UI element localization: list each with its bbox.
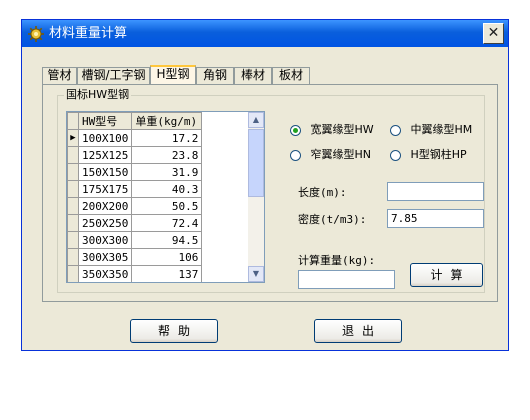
cell-model[interactable]: 350X350 [77,265,133,282]
cell-model[interactable]: 150X150 [77,163,133,181]
radio-hm-dot[interactable] [390,124,401,136]
vertical-scrollbar[interactable]: ▲ ▼ [248,112,264,282]
scroll-up-button[interactable]: ▲ [248,112,264,128]
cell-weight[interactable]: 40.3 [131,180,203,198]
radio-hn[interactable]: 窄翼缘型HN [290,148,371,161]
tab-h-beam[interactable]: H型钢 [150,65,196,85]
row-header-corner [67,112,79,130]
table-row[interactable]: 300X300 94.5 [67,231,203,249]
cell-weight[interactable]: 23.8 [131,146,203,164]
cell-weight[interactable]: 50.5 [131,197,203,215]
exit-button[interactable]: 退出 [314,319,402,343]
cell-model[interactable]: 200X200 [77,197,133,215]
density-label: 密度(t/m3): [298,213,367,226]
cell-weight[interactable]: 17.2 [131,129,203,147]
cell-weight[interactable]: 106 [131,248,203,266]
result-label: 计算重量(kg): [298,254,376,267]
row-indicator[interactable] [67,180,79,198]
length-input[interactable] [387,182,484,201]
result-field[interactable] [298,270,395,289]
table-header-row: HW型号 单重(kg/m) [67,112,203,130]
cell-weight[interactable]: 31.9 [131,163,203,181]
radio-hw-dot[interactable] [290,124,301,136]
tab-plate[interactable]: 板材 [272,67,310,84]
row-indicator[interactable] [67,231,79,249]
cell-model[interactable]: 300X305 [77,248,133,266]
tab-bar[interactable]: 棒材 [234,67,272,84]
tab-angle[interactable]: 角钢 [196,67,234,84]
row-indicator[interactable] [67,265,79,282]
close-icon: ✕ [487,25,500,41]
table-row[interactable]: 350X350 137 [67,265,203,282]
row-indicator[interactable] [67,197,79,215]
radio-hp-dot[interactable] [390,149,401,161]
hw-group: 国标HW型钢 HW型号 单重(kg/m) ▶ 100X100 17.2 125X125… [57,88,485,293]
column-header-weight[interactable]: 单重(kg/m) [131,112,203,130]
table-row[interactable]: 250X250 72.4 [67,214,203,232]
cell-model[interactable]: 175X175 [77,180,133,198]
table-row[interactable]: ▶ 100X100 17.2 [67,129,203,147]
row-indicator[interactable] [67,214,79,232]
cell-model[interactable]: 125X125 [77,146,133,164]
tab-pipe[interactable]: 管材 [42,67,77,84]
data-table: HW型号 单重(kg/m) ▶ 100X100 17.2 125X125 23.8 150… [67,112,203,282]
data-grid[interactable]: HW型号 单重(kg/m) ▶ 100X100 17.2 125X125 23.8 150… [66,111,265,283]
cell-weight[interactable]: 72.4 [131,214,203,232]
radio-hw[interactable]: 宽翼缘型HW [290,123,374,136]
cell-model[interactable]: 100X100 [77,129,133,147]
length-label: 长度(m): [298,186,347,199]
radio-hw-label: 宽翼缘型HW [310,123,374,136]
row-indicator[interactable]: ▶ [67,129,79,147]
table-row[interactable]: 200X200 50.5 [67,197,203,215]
radio-hn-label: 窄翼缘型HN [310,148,372,161]
column-header-model[interactable]: HW型号 [77,112,133,130]
help-button[interactable]: 帮助 [130,319,218,343]
table-row[interactable]: 175X175 40.3 [67,180,203,198]
radio-hp[interactable]: H型钢柱HP [390,148,467,161]
radio-hn-dot[interactable] [290,149,301,161]
dialog-window: 材料重量计算 ✕ 管材 槽钢/工字钢 H型钢 角钢 棒材 板材 国标HW型钢 H… [21,19,509,351]
chevron-down-icon: ▼ [252,269,260,278]
cell-weight[interactable]: 94.5 [131,231,203,249]
density-input[interactable]: 7.85 [387,209,484,228]
tab-channel-ibeam[interactable]: 槽钢/工字钢 [77,67,150,84]
tab-panel: 国标HW型钢 HW型号 单重(kg/m) ▶ 100X100 17.2 125X125… [42,84,498,302]
chevron-up-icon: ▲ [252,115,260,124]
row-indicator[interactable] [67,146,79,164]
group-label: 国标HW型钢 [64,88,132,102]
row-indicator[interactable] [67,163,79,181]
scroll-down-button[interactable]: ▼ [248,266,264,282]
radio-hm[interactable]: 中翼缘型HM [390,123,472,136]
cell-weight[interactable]: 137 [131,265,203,282]
cell-model[interactable]: 300X300 [77,231,133,249]
window-title: 材料重量计算 [49,26,128,41]
radio-hm-label: 中翼缘型HM [410,123,473,136]
title-bar[interactable]: 材料重量计算 ✕ [22,20,508,47]
gear-icon [28,26,44,42]
close-button[interactable]: ✕ [483,23,504,44]
scroll-thumb[interactable] [248,129,264,197]
table-row[interactable]: 125X125 23.8 [67,146,203,164]
row-indicator[interactable] [67,248,79,266]
radio-hp-label: H型钢柱HP [410,148,467,161]
cell-model[interactable]: 250X250 [77,214,133,232]
table-row[interactable]: 300X305 106 [67,248,203,266]
calculate-button[interactable]: 计算 [410,263,483,287]
table-row[interactable]: 150X150 31.9 [67,163,203,181]
